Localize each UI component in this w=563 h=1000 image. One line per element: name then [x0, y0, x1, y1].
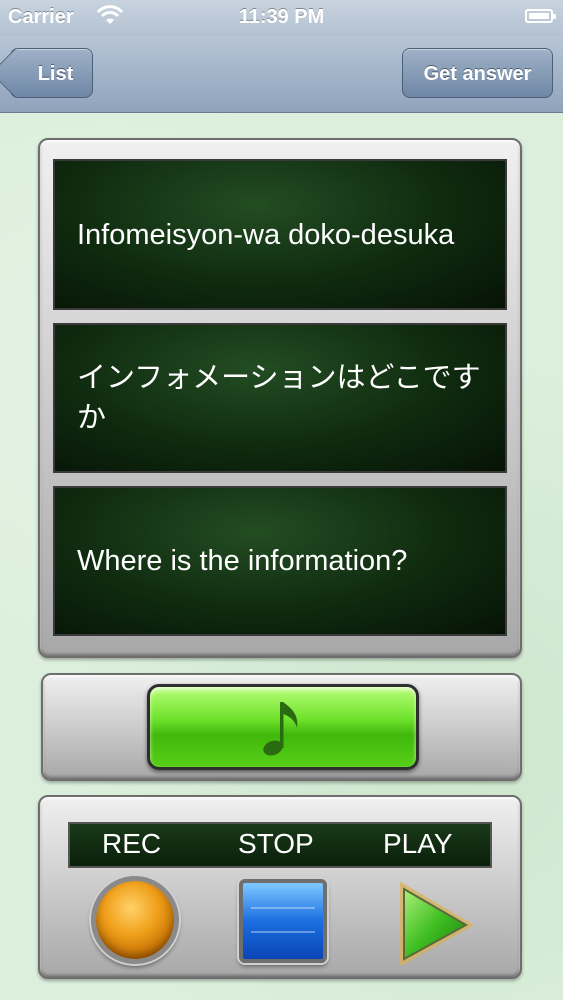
recorder-panel: REC STOP PLAY [38, 795, 522, 979]
play-audio-button[interactable] [147, 684, 419, 770]
main-content: Infomeisyon-wa doko-desuka インフォメーションはどこで… [0, 113, 563, 1000]
play-label: PLAY [383, 828, 453, 859]
navigation-bar: List Get answer [0, 36, 563, 113]
clock: 11:39 PM [238, 6, 325, 28]
back-button-label: List [37, 63, 74, 85]
controls-label-bar: REC STOP PLAY [68, 822, 492, 868]
music-panel [41, 673, 522, 781]
play-icon [400, 881, 475, 967]
rec-label: REC [102, 828, 162, 859]
stop-label: STOP [238, 828, 314, 859]
list-back-button[interactable]: List [0, 47, 93, 99]
stop-button[interactable] [239, 879, 327, 963]
japanese-text: インフォメーションはどこですか [77, 362, 481, 434]
get-answer-button[interactable]: Get answer [402, 48, 553, 98]
back-arrow-icon [0, 47, 42, 99]
music-note-icon [263, 702, 298, 756]
play-button[interactable] [390, 879, 476, 967]
status-bar: Carrier 11:39 PM [0, 0, 563, 36]
phrase-cards-panel: Infomeisyon-wa doko-desuka インフォメーションはどこで… [38, 138, 522, 658]
japanese-card[interactable]: インフォメーションはどこですか [53, 323, 507, 473]
battery-icon [525, 9, 556, 23]
english-text: Where is the information? [77, 545, 408, 577]
record-button[interactable] [91, 876, 179, 964]
romaji-card[interactable]: Infomeisyon-wa doko-desuka [53, 159, 507, 310]
romaji-text: Infomeisyon-wa doko-desuka [77, 218, 455, 251]
english-card[interactable]: Where is the information? [53, 486, 507, 636]
